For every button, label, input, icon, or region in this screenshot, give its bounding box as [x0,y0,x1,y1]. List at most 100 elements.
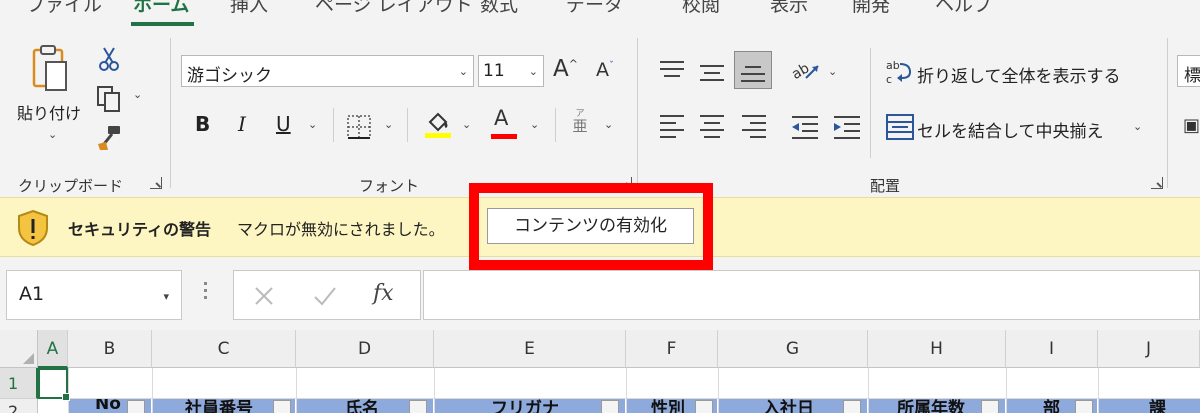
font-size-chevron-icon[interactable]: ⌄ [529,65,538,78]
table-header-cell-years[interactable]: 所属年数 [869,399,1005,413]
tab-page-layout[interactable]: ページ レイアウト [315,0,473,17]
font-name-chevron-icon[interactable]: ⌄ [459,65,468,78]
column-header-f[interactable]: F [626,330,718,368]
merge-dropdown-chevron-icon[interactable]: ⌄ [1133,120,1142,133]
decrease-font-size-icon[interactable]: Aˇ [596,61,614,80]
table-header-cell-department[interactable]: 部 [1007,399,1097,413]
table-header-cell-furigana[interactable]: フリガナ [435,399,625,413]
name-box[interactable]: A1 ▾ [6,270,182,320]
tab-insert[interactable]: 挿入 [230,0,268,17]
italic-button[interactable]: I [238,112,246,136]
table-header-cell-gender[interactable]: 性別 [627,399,717,413]
table-header-label: 氏名 [345,399,379,413]
column-header-b[interactable]: B [68,330,152,368]
filter-dropdown-icon[interactable] [695,400,713,413]
tab-formulas[interactable]: 数式 [480,0,518,17]
active-cell-a1[interactable] [38,368,70,401]
filter-dropdown-icon[interactable] [1075,400,1093,413]
align-right-icon[interactable] [742,115,766,143]
tab-help[interactable]: ヘルプ [935,0,992,17]
paste-icon[interactable] [30,44,70,96]
orientation-dropdown-chevron-icon[interactable]: ⌄ [828,65,837,78]
bold-button[interactable]: B [195,112,210,136]
filter-dropdown-icon[interactable] [273,400,291,413]
format-painter-icon[interactable] [96,124,124,152]
tab-view[interactable]: 表示 [770,0,808,17]
table-header-cell-section[interactable]: 課 [1099,399,1200,413]
borders-dropdown-chevron-icon[interactable]: ⌄ [384,118,393,131]
accounting-format-icon[interactable]: ▣ [1183,117,1200,135]
underline-dropdown-chevron-icon[interactable]: ⌄ [308,118,317,131]
align-bottom-button[interactable] [734,51,772,89]
ribbon: 貼り付け ⌄ ⌄ クリップボード 游ゴシック ⌄ 11 ⌄ A^ Aˇ B I … [0,30,1200,196]
alignment-launcher-icon[interactable] [1151,177,1163,189]
row-header-1[interactable]: 1 [0,368,38,399]
insert-function-icon[interactable]: fx [373,281,394,306]
name-box-chevron-icon[interactable]: ▾ [163,290,169,303]
table-header-label: 入社日 [763,399,814,413]
clipboard-launcher-icon[interactable] [150,177,162,189]
formula-bar-resize-handle[interactable] [204,282,208,303]
increase-font-size-label: A [553,56,569,82]
cancel-icon[interactable] [253,285,275,307]
align-left-icon[interactable] [660,115,684,143]
column-header-g[interactable]: G [718,330,868,368]
paste-dropdown-chevron-icon[interactable]: ⌄ [48,128,57,141]
borders-icon[interactable] [346,114,372,140]
filter-dropdown-icon[interactable] [127,400,145,413]
increase-indent-icon[interactable] [832,114,862,140]
font-name-combobox[interactable]: 游ゴシック ⌄ [181,55,474,87]
tab-file[interactable]: ファイル [26,0,102,17]
column-header-j[interactable]: J [1098,330,1200,368]
filter-dropdown-icon[interactable] [981,400,999,413]
merge-center-icon[interactable] [886,114,914,140]
table-header-cell-name[interactable]: 氏名 [297,399,433,413]
column-header-e[interactable]: E [434,330,626,368]
fill-color-dropdown-chevron-icon[interactable]: ⌄ [462,118,471,131]
tab-data[interactable]: データ [566,0,623,17]
column-header-a[interactable]: A [38,330,68,368]
table-header-cell-no[interactable]: No [69,399,151,413]
column-header-i[interactable]: I [1006,330,1098,368]
merge-center-button[interactable]: セルを結合して中央揃え [917,117,1104,142]
font-size-combobox[interactable]: 11 ⌄ [478,55,544,87]
wrap-text-button[interactable]: 折り返して全体を表示する [917,62,1121,87]
filter-dropdown-icon[interactable] [409,400,427,413]
phonetic-guide-icon[interactable]: ア 亜 [572,110,588,134]
number-format-combobox[interactable]: 標 [1177,55,1200,87]
worksheet-grid[interactable]: A B C D E F G H I J 1 2 No 社員番号 氏名 フリガナ … [0,330,1200,413]
phonetic-dropdown-chevron-icon[interactable]: ⌄ [604,118,613,131]
align-middle-icon[interactable] [700,65,724,86]
font-color-dropdown-chevron-icon[interactable]: ⌄ [530,118,539,131]
align-center-icon[interactable] [700,115,724,143]
column-header-d[interactable]: D [296,330,434,368]
enter-check-icon[interactable] [313,285,337,307]
column-header-c[interactable]: C [152,330,296,368]
tab-review[interactable]: 校閲 [682,0,720,17]
select-all-button[interactable] [0,330,38,368]
tab-developer[interactable]: 開発 [852,0,890,17]
align-top-icon[interactable] [660,61,684,82]
filter-dropdown-icon[interactable] [601,400,619,413]
column-header-h[interactable]: H [868,330,1006,368]
tab-home[interactable]: ホーム [133,0,189,17]
copy-dropdown-chevron-icon[interactable]: ⌄ [133,88,142,101]
decrease-indent-icon[interactable] [790,114,820,140]
separator [407,108,408,142]
increase-font-size-icon[interactable]: A^ [553,58,578,81]
font-name-value: 游ゴシック [187,66,272,86]
formula-input[interactable] [423,270,1200,320]
cut-icon[interactable] [98,46,120,72]
table-header-cell-employee-id[interactable]: 社員番号 [153,399,295,413]
row-header-2[interactable]: 2 [0,399,38,413]
filter-dropdown-icon[interactable] [843,400,861,413]
table-header-cell-hire-date[interactable]: 入社日 [719,399,867,413]
table-header-label: 社員番号 [185,399,253,413]
orientation-icon[interactable]: ab [790,56,822,84]
underline-button[interactable]: U [276,112,291,136]
wrap-text-icon[interactable]: ab c [886,58,914,86]
font-color-icon[interactable]: A [494,108,508,129]
copy-icon[interactable] [96,85,124,113]
paste-button-label[interactable]: 貼り付け [17,100,81,124]
fill-color-icon[interactable] [424,108,452,138]
